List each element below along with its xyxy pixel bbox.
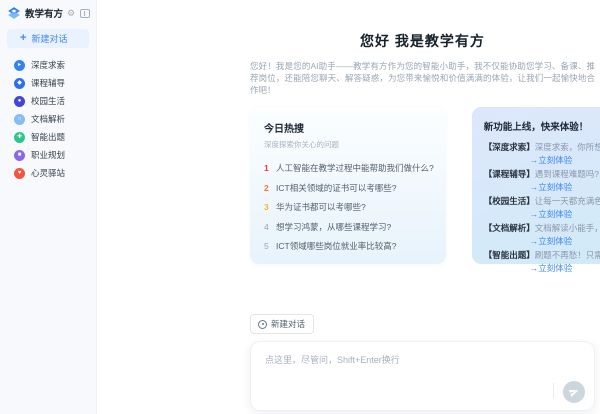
sidebar-menu: ▸ 深度求索 ◆ 课程辅导 ● 校园生活 ○ 文档解析 ✚ 智能出题 ■ 职业规…: [0, 54, 96, 182]
welcome-content: 您好 我是教学有方 您好！我是您的AI助手——教学有方作为您的智能小助手，我不仅…: [250, 0, 600, 273]
sidebar-item-label: 文档解析: [31, 114, 66, 124]
feature-tag: 【智能出题】: [483, 250, 535, 260]
rank-number: 5: [264, 241, 269, 251]
new-chat-circle-icon: [258, 319, 267, 329]
new-features-title: 新功能上线，快来体验！: [483, 122, 589, 133]
feature-desc: 文档解读小能手，每一页都轻...: [534, 223, 600, 233]
hot-search-subtitle: 深度探索你关心的问题: [264, 140, 339, 149]
feature-item: 【智能出题】刷题不再愁！只需告诉我您的... →立刻体验: [484, 249, 600, 275]
rank-number: 1: [264, 163, 269, 173]
hot-search-item[interactable]: 3 华为证书都可以考哪些?: [264, 198, 434, 218]
try-now-link[interactable]: →立刻体验: [530, 235, 600, 248]
hot-search-text: 想学习鸿蒙，从哪些课程学习?: [276, 221, 392, 232]
try-now-link[interactable]: →立刻体验: [530, 208, 600, 221]
new-chat-chip-label: 新建对话: [271, 319, 306, 329]
sidebar-item-quiz-generator[interactable]: ✚ 智能出题: [0, 128, 96, 146]
feature-item: 【校园生活】让每一天都充满色彩，让每一... →立刻体验: [484, 195, 600, 221]
feature-item: 【课程辅导】遇到课程难题吗? 别急，我在... →立刻体验: [484, 168, 600, 194]
hot-search-text: ICT相关领域的证书可以考哪些?: [276, 182, 397, 193]
sidebar-header: 教学有方 ⚙: [0, 0, 96, 24]
sidebar-item-label: 校园生活: [31, 96, 66, 106]
app-window: 教学有方 ⚙ + 新建对话 ▸ 深度求索 ◆ 课程辅导 ● 校园生活 ○ 文档解…: [0, 0, 600, 414]
hot-search-item[interactable]: 5 ICT领域哪些岗位就业率比较高?: [264, 237, 434, 257]
new-chat-button[interactable]: + 新建对话: [7, 29, 89, 48]
feature-item: 【深度求索】深度求索，你所想要 →立刻体验: [484, 141, 600, 167]
sidebar: 教学有方 ⚙ + 新建对话 ▸ 深度求索 ◆ 课程辅导 ● 校园生活 ○ 文档解…: [0, 0, 97, 414]
doc-analysis-icon: ○: [14, 113, 25, 125]
campus-life-icon: ●: [14, 95, 25, 107]
sidebar-item-mind-station[interactable]: ♥ 心灵驿站: [0, 164, 96, 182]
collapse-sidebar-icon[interactable]: [80, 8, 91, 18]
try-now-link[interactable]: →立刻体验: [530, 154, 600, 167]
deep-explore-icon: ▸: [14, 59, 25, 71]
hot-search-item[interactable]: 2 ICT相关领域的证书可以考哪些?: [264, 179, 434, 199]
quiz-generator-icon: ✚: [14, 131, 25, 143]
greeting-description: 您好！我是您的AI助手——教学有方作为您的智能小助手，我不仅能协助您学习、备课、…: [250, 61, 595, 95]
sidebar-item-career-planning[interactable]: ■ 职业规划: [0, 146, 96, 164]
career-planning-icon: ■: [14, 149, 25, 161]
sidebar-item-doc-analysis[interactable]: ○ 文档解析: [0, 110, 96, 128]
feature-item: 【文档解析】文档解读小能手，每一页都轻... →立刻体验: [484, 222, 600, 248]
sidebar-item-campus-life[interactable]: ● 校园生活: [0, 92, 96, 110]
rank-number: 3: [264, 202, 269, 212]
course-tutoring-icon: ◆: [14, 77, 25, 89]
message-input[interactable]: [251, 342, 594, 388]
plus-icon: +: [20, 32, 27, 44]
page-title: 您好 我是教学有方: [360, 33, 485, 49]
sidebar-item-label: 心灵驿站: [31, 168, 66, 178]
gear-icon[interactable]: ⚙: [67, 8, 75, 18]
hot-search-item[interactable]: 1 人工智能在教学过程中能帮助我们做什么?: [264, 159, 434, 179]
try-now-link[interactable]: →立刻体验: [530, 181, 600, 194]
sidebar-item-deep-explore[interactable]: ▸ 深度求索: [0, 56, 96, 74]
mind-station-icon: ♥: [14, 167, 25, 179]
composer: 新建对话: [250, 314, 595, 411]
sidebar-item-label: 职业规划: [31, 150, 66, 160]
sidebar-item-label: 深度求索: [31, 60, 66, 70]
hot-search-item[interactable]: 4 想学习鸿蒙，从哪些课程学习?: [264, 218, 434, 238]
feature-tag: 【文档解析】: [483, 223, 535, 233]
hot-search-text: 人工智能在教学过程中能帮助我们做什么?: [276, 163, 434, 173]
hot-search-title: 今日热搜: [264, 124, 304, 135]
hot-search-text: 华为证书都可以考哪些?: [276, 202, 366, 212]
paper-plane-icon: [568, 389, 579, 397]
sidebar-item-label: 智能出题: [31, 132, 66, 142]
rank-number: 2: [264, 182, 269, 193]
feature-desc: 遇到课程难题吗? 别急，我在...: [534, 169, 600, 179]
feature-tag: 【深度求索】: [483, 142, 535, 152]
hot-search-list: 1 人工智能在教学过程中能帮助我们做什么? 2 ICT相关领域的证书可以考哪些?…: [264, 159, 434, 257]
feature-desc: 让每一天都充满色彩，让每一...: [534, 196, 600, 206]
feature-tag: 【课程辅导】: [483, 169, 535, 179]
main-area: 您好 我是教学有方 您好！我是您的AI助手——教学有方作为您的智能小助手，我不仅…: [97, 0, 600, 414]
new-features-card: 新功能上线，快来体验！ 【深度求索】深度求索，你所想要 →立刻体验 【课程辅导】…: [471, 107, 600, 273]
feature-desc: 刷题不再愁！只需告诉我您的...: [534, 250, 600, 260]
send-button[interactable]: [563, 381, 585, 403]
try-now-link[interactable]: →立刻体验: [530, 262, 600, 275]
new-chat-chip-button[interactable]: 新建对话: [250, 314, 315, 334]
feature-tag: 【校园生活】: [483, 196, 535, 206]
hot-search-text: ICT领域哪些岗位就业率比较高?: [276, 241, 397, 251]
rank-number: 4: [264, 221, 269, 232]
hot-search-card: 今日热搜 深度探索你关心的问题 1 人工智能在教学过程中能帮助我们做什么? 2 …: [250, 107, 446, 264]
message-input-box: [250, 341, 595, 411]
sidebar-item-label: 课程辅导: [31, 78, 66, 88]
sidebar-actions: ⚙: [67, 8, 91, 18]
feature-desc: 深度求索，你所想要: [534, 142, 600, 152]
new-chat-label: 新建对话: [31, 34, 68, 44]
app-title: 教学有方: [25, 9, 64, 20]
divider: [553, 383, 554, 398]
sidebar-item-course-tutoring[interactable]: ◆ 课程辅导: [0, 74, 96, 92]
info-cards: 今日热搜 深度探索你关心的问题 1 人工智能在教学过程中能帮助我们做什么? 2 …: [250, 107, 600, 273]
app-logo-icon: [8, 7, 20, 19]
